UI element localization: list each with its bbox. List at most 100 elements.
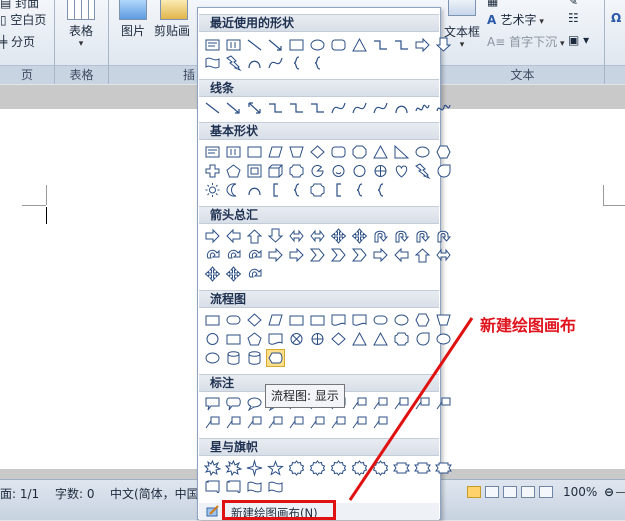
shape-cyl-icon[interactable] [246, 350, 263, 366]
shape-trap-icon[interactable] [288, 144, 305, 160]
shape-rrect-icon[interactable] [330, 144, 347, 160]
wordart-button[interactable]: A 艺术字 ▾ [487, 11, 544, 28]
shape-teardrop-icon[interactable] [435, 163, 452, 179]
shape-lcallout-icon[interactable] [204, 415, 221, 431]
shape-lcallout-icon[interactable] [309, 415, 326, 431]
shape-moon-icon[interactable] [225, 182, 242, 198]
shape-lcallout-icon[interactable] [372, 396, 389, 412]
shape-curve-icon[interactable] [330, 100, 347, 116]
shape-pie-icon[interactable] [309, 163, 326, 179]
shape-bracket-icon[interactable] [330, 182, 347, 198]
shape-arc-icon[interactable] [246, 55, 263, 71]
shape-circle-icon[interactable] [204, 331, 221, 347]
outline-view-icon[interactable] [521, 486, 535, 498]
shape-orjunc-icon[interactable] [309, 331, 326, 347]
shape-tri-icon[interactable] [372, 144, 389, 160]
shape-chevron-icon[interactable] [351, 247, 368, 263]
shape-tri-icon[interactable] [351, 331, 368, 347]
shape-rtri-icon[interactable] [393, 144, 410, 160]
shape-process-icon[interactable] [288, 312, 305, 328]
shape-rrect-icon[interactable] [330, 37, 347, 53]
shape-rarrow-icon[interactable] [288, 247, 305, 263]
shape-star4-icon[interactable] [246, 459, 263, 477]
shape-uarrow-icon[interactable] [414, 247, 431, 263]
shape-smile-icon[interactable] [330, 163, 347, 179]
shape-scroll-icon[interactable] [204, 479, 221, 495]
shape-circarrow-icon[interactable] [246, 247, 263, 263]
shape-diamond-icon[interactable] [330, 331, 347, 347]
shape-wave-icon[interactable] [246, 479, 263, 495]
shape-pent-icon[interactable] [225, 163, 242, 179]
language-indicator[interactable]: 中文(简体，中国 [110, 485, 199, 502]
shape-free-icon[interactable] [435, 100, 452, 116]
shape-cross-icon[interactable] [204, 163, 221, 179]
shape-larrow-icon[interactable] [225, 228, 242, 244]
shape-explosion-icon[interactable] [224, 459, 243, 477]
shape-rect-icon[interactable] [246, 144, 263, 160]
shape-textbox-icon[interactable] [204, 37, 221, 53]
shape-wave-icon[interactable] [204, 55, 221, 71]
shape-line-icon[interactable] [204, 100, 221, 116]
shape-seal-icon[interactable] [309, 460, 326, 476]
shape-circarrow-icon[interactable] [246, 266, 263, 282]
shape-brace-icon[interactable] [309, 55, 326, 71]
shape-tri-icon[interactable] [372, 331, 389, 347]
datetime-button[interactable]: ☷ [568, 11, 579, 25]
shape-rarrow-icon[interactable] [267, 247, 284, 263]
shape-rcallout-icon[interactable] [225, 396, 242, 412]
shape-ribbon-icon[interactable] [393, 460, 410, 476]
shape-sun-icon[interactable] [204, 182, 221, 198]
shape-vtext-icon[interactable] [225, 144, 242, 160]
shape-elbow-icon[interactable] [288, 100, 305, 116]
shape-lcallout-icon[interactable] [414, 396, 431, 412]
shape-arc-icon[interactable] [393, 100, 410, 116]
shape-uturn-icon[interactable] [414, 228, 431, 244]
shape-heart-icon[interactable] [393, 163, 410, 179]
print-layout-view-icon[interactable] [467, 486, 481, 498]
full-screen-view-icon[interactable] [485, 486, 499, 498]
shape-rarrow-icon[interactable] [204, 228, 221, 244]
shape-lrarrow-icon[interactable] [435, 247, 452, 263]
shape-brace-icon[interactable] [351, 182, 368, 198]
dropcap-button[interactable]: A≡ 首字下沉 ▾ [487, 33, 564, 50]
shape-terminator-icon[interactable] [225, 312, 242, 328]
shape-wave-icon[interactable] [267, 479, 284, 495]
shape-free-icon[interactable] [414, 100, 431, 116]
shape-curve-icon[interactable] [372, 100, 389, 116]
shape-lcallout-icon[interactable] [267, 415, 284, 431]
shape-seal-icon[interactable] [351, 460, 368, 476]
shape-quad-icon[interactable] [351, 228, 368, 244]
shape-plaque-icon[interactable] [309, 182, 326, 198]
shape-cyl-icon[interactable] [225, 350, 242, 366]
shape-ellipse-icon[interactable] [309, 37, 326, 53]
shape-arrowline-icon[interactable] [225, 100, 242, 116]
shape-circarrow-icon[interactable] [225, 247, 242, 263]
shape-seal-icon[interactable] [372, 460, 389, 476]
page-count[interactable]: 面: 1/1 [0, 485, 39, 502]
signature-line-button[interactable]: ✎ [568, 0, 578, 8]
shape-plaque-icon[interactable] [288, 163, 305, 179]
shape-lcallout-icon[interactable] [246, 415, 263, 431]
shape-arc-icon[interactable] [246, 182, 263, 198]
draft-view-icon[interactable] [539, 486, 553, 498]
shape-hex-icon[interactable] [414, 312, 431, 328]
shape-uturn-icon[interactable] [372, 228, 389, 244]
shape-star5-icon[interactable] [267, 460, 284, 476]
shape-doc-icon[interactable] [330, 312, 347, 328]
shape-quad-icon[interactable] [204, 266, 221, 282]
shape-diamond-icon[interactable] [246, 312, 263, 328]
shape-lightning-icon[interactable] [225, 55, 242, 72]
shape-circarrow-icon[interactable] [204, 247, 221, 263]
shape-elbow-icon[interactable] [309, 100, 326, 116]
shape-rarrow-icon[interactable] [414, 37, 431, 53]
shape-chevron-icon[interactable] [330, 247, 347, 263]
shape-ellipse-icon[interactable] [414, 144, 431, 160]
shape-pent-icon[interactable] [246, 331, 263, 347]
shape-tri-icon[interactable] [351, 37, 368, 53]
shape-brace-icon[interactable] [288, 182, 305, 198]
picture-button[interactable]: 图片 [116, 0, 150, 39]
shape-process-icon[interactable] [309, 312, 326, 328]
shape-ribbon-icon[interactable] [435, 460, 452, 476]
shape-uturn-icon[interactable] [435, 228, 452, 244]
shape-line-icon[interactable] [246, 37, 263, 53]
